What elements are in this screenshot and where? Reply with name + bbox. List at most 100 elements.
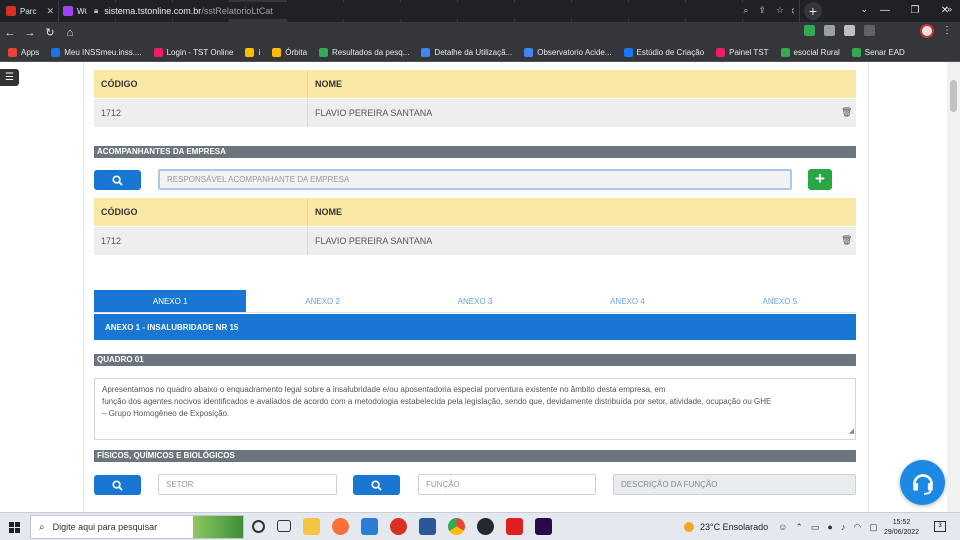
- bookmark-item[interactable]: Meu INSSmeu.inss....: [51, 47, 142, 57]
- search-icon: ⌕: [39, 521, 45, 533]
- hamburger-menu-icon[interactable]: ☰: [0, 69, 19, 86]
- new-tab-button[interactable]: +: [804, 2, 822, 20]
- bookmark-item[interactable]: Painel TST: [716, 47, 769, 57]
- support-chat-button[interactable]: [900, 460, 945, 505]
- share-icon[interactable]: ⇪: [758, 5, 766, 16]
- bookmark-item[interactable]: Estúdio de Criação: [623, 47, 704, 57]
- tab-search-icon[interactable]: ⌄: [860, 4, 868, 15]
- bookmark-favicon-icon: [780, 47, 790, 57]
- chrome-icon[interactable]: [448, 518, 465, 535]
- bookmark-item[interactable]: Órbita: [272, 47, 307, 57]
- file-explorer-icon[interactable]: [303, 518, 320, 535]
- extension-icon[interactable]: [804, 25, 815, 36]
- app-icon[interactable]: [390, 518, 407, 535]
- annex-header: ANEXO 1 - INSALUBRIDADE NR 15: [94, 314, 856, 340]
- browser-tab[interactable]: Parc ✕: [2, 0, 59, 22]
- windows-start-icon[interactable]: [9, 522, 20, 533]
- url-omnibox[interactable]: 🔒︎ sistema.tstonline.com.br /sstRelatori…: [86, 2, 792, 19]
- trash-icon[interactable]: 🗑︎: [841, 235, 852, 245]
- search-companion-button[interactable]: [94, 170, 141, 190]
- microphone-icon[interactable]: ●: [827, 522, 832, 533]
- bookmark-item[interactable]: Login - TST Online: [153, 47, 233, 57]
- tab-annex-2[interactable]: ANEXO 2: [246, 290, 398, 312]
- task-view-icon[interactable]: [277, 520, 291, 532]
- setor-input[interactable]: SETOR: [158, 474, 337, 495]
- notifications-icon[interactable]: 3: [934, 521, 946, 532]
- bookmark-item[interactable]: esocial Rural: [780, 47, 840, 57]
- word-icon[interactable]: [419, 518, 436, 535]
- funcao-input[interactable]: FUNÇÃO: [418, 474, 596, 495]
- bookmark-item[interactable]: Senar EAD: [851, 47, 905, 57]
- network-icon[interactable]: ▭: [811, 522, 820, 533]
- firefox-icon[interactable]: [332, 518, 349, 535]
- bookmark-label: Observatorio Acide...: [537, 47, 612, 57]
- premiere-icon[interactable]: [535, 518, 552, 535]
- row-code: 1712: [101, 108, 122, 118]
- browser-menu-icon[interactable]: ⋮: [942, 25, 952, 36]
- bookmark-favicon-icon: [623, 47, 633, 57]
- maximize-icon[interactable]: ❐: [900, 0, 930, 22]
- search-funcao-button[interactable]: [353, 475, 400, 495]
- tab-annex-1[interactable]: ANEXO 1: [94, 290, 247, 312]
- extension-icon[interactable]: [824, 25, 835, 36]
- back-icon[interactable]: ←: [0, 27, 20, 39]
- column-header-code: CÓDIGO: [101, 79, 138, 89]
- tab-annex-4[interactable]: ANEXO 4: [551, 290, 703, 312]
- page-content: ☰ CÓDIGO NOME 1712 FLAVIO PEREIRA SANTAN…: [0, 62, 960, 512]
- weather-text[interactable]: 23°C Ensolarado: [700, 522, 768, 532]
- sidepanel-icon[interactable]: [864, 25, 875, 36]
- section-title-companions: ACOMPANHANTES DA EMPRESA: [94, 146, 856, 158]
- quadro-textarea[interactable]: Apresentamos no quadro abaixo o enquadra…: [94, 378, 856, 440]
- companion-input[interactable]: RESPONSÁVEL ACOMPANHANTE DA EMPRESA: [158, 169, 792, 190]
- profile-avatar[interactable]: [920, 24, 934, 38]
- tab-annex-3[interactable]: ANEXO 3: [399, 290, 551, 312]
- cortana-icon[interactable]: [252, 520, 265, 533]
- search-icon: [371, 479, 382, 491]
- scrollbar-thumb[interactable]: [950, 80, 957, 112]
- bookmark-item[interactable]: Apps: [8, 47, 39, 57]
- people-icon[interactable]: ☺: [778, 522, 787, 533]
- resize-grip-icon[interactable]: ◢: [849, 426, 854, 438]
- lock-icon: 🔒︎: [94, 5, 99, 15]
- bookmark-favicon-icon: [51, 47, 61, 57]
- add-companion-button[interactable]: +: [808, 169, 832, 190]
- bookmark-label: Senar EAD: [864, 47, 905, 57]
- system-tray: 23°C Ensolarado ☺ ⌃ ▭ ● ♪ ◠ ▢: [684, 513, 878, 540]
- search-icon[interactable]: ⌕: [743, 5, 748, 16]
- row-code: 1712: [101, 236, 122, 246]
- taskbar-clock[interactable]: 15:52 29/06/2022: [884, 518, 919, 538]
- bookmark-star-icon[interactable]: ☆: [776, 5, 784, 16]
- bookmark-item[interactable]: Detalhe da Utilizaçã...: [421, 47, 512, 57]
- puzzle-icon[interactable]: [844, 25, 855, 36]
- wifi-icon[interactable]: ◠: [853, 522, 861, 533]
- close-window-icon[interactable]: ✕: [930, 0, 960, 22]
- bookmark-item[interactable]: i: [245, 47, 261, 57]
- search-setor-button[interactable]: [94, 475, 141, 495]
- volume-icon[interactable]: ♪: [841, 522, 846, 533]
- bookmark-favicon-icon: [8, 47, 17, 57]
- taskbar-search-input[interactable]: ⌕ Digite aqui para pesquisar: [30, 515, 244, 539]
- descricao-funcao-input[interactable]: DESCRIÇÃO DA FUNÇÃO: [613, 474, 856, 495]
- app-icon[interactable]: [361, 518, 378, 535]
- annex-tabs: ANEXO 1 ANEXO 2 ANEXO 3 ANEXO 4 ANEXO 5: [94, 290, 856, 313]
- trash-icon[interactable]: 🗑︎: [841, 107, 852, 117]
- github-icon[interactable]: [477, 518, 494, 535]
- reload-icon[interactable]: ↻: [40, 26, 60, 39]
- minimize-icon[interactable]: —: [870, 0, 900, 22]
- bookmark-label: i: [258, 47, 261, 57]
- column-header-name: NOME: [315, 79, 342, 89]
- bookmarks-more-icon[interactable]: »: [947, 4, 952, 14]
- bookmark-favicon-icon: [524, 47, 534, 57]
- forward-icon[interactable]: →: [20, 27, 40, 39]
- tab-annex-5[interactable]: ANEXO 5: [704, 290, 856, 312]
- page-scrollbar[interactable]: [947, 62, 960, 512]
- tab-favicon-icon: [6, 6, 16, 16]
- chevron-up-icon[interactable]: ⌃: [795, 522, 803, 533]
- chat-icon[interactable]: ▢: [869, 522, 878, 533]
- tab-close-icon[interactable]: ✕: [46, 6, 54, 17]
- bookmark-item[interactable]: Resultados da pesq...: [319, 47, 409, 57]
- home-icon[interactable]: ⌂: [60, 27, 80, 39]
- bookmark-item[interactable]: Observatorio Acide...: [524, 47, 612, 57]
- acrobat-icon[interactable]: [506, 518, 523, 535]
- companions-table-header: CÓDIGO NOME: [94, 198, 856, 226]
